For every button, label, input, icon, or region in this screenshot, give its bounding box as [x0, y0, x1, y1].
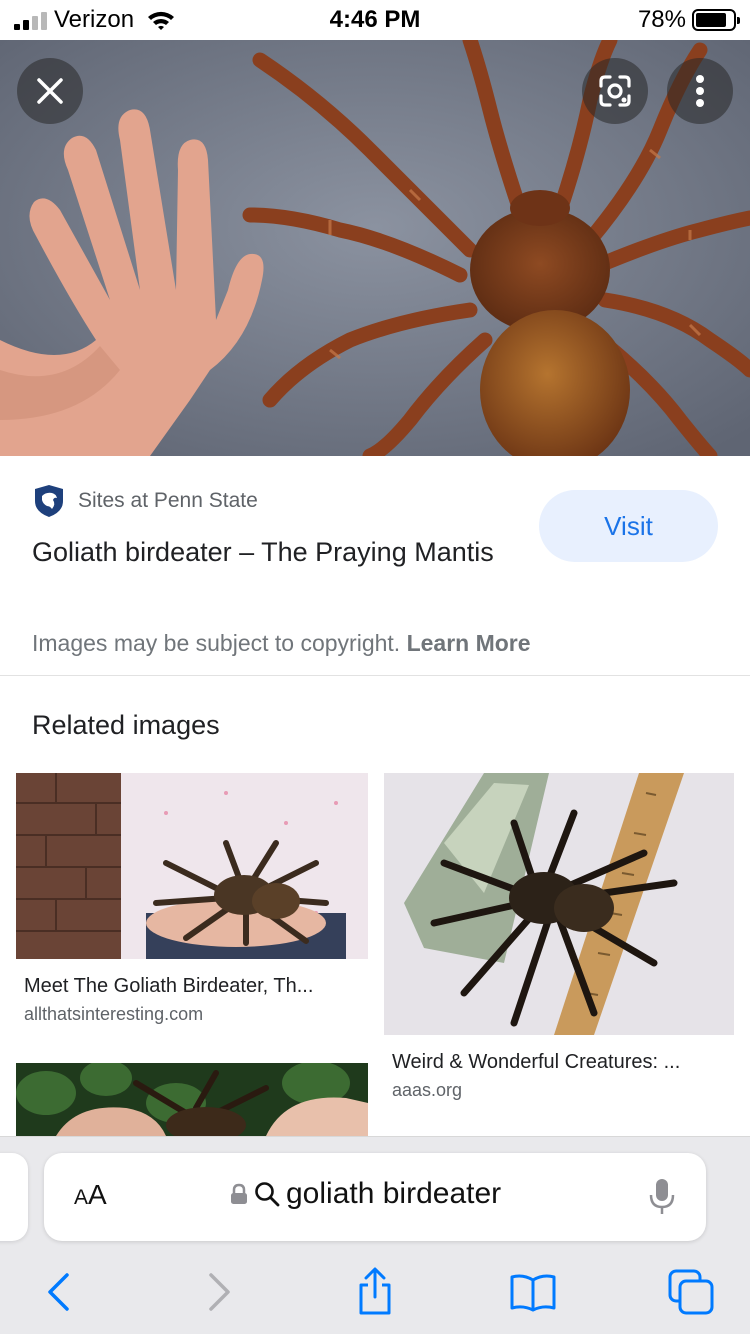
- more-options-button[interactable]: [667, 58, 733, 124]
- close-button[interactable]: [17, 58, 83, 124]
- forward-button[interactable]: [195, 1267, 245, 1317]
- book-icon: [510, 1274, 556, 1312]
- close-icon: [37, 78, 63, 104]
- lock-icon: [231, 1183, 247, 1204]
- search-icon: [255, 1182, 280, 1207]
- related-image-3[interactable]: [16, 1063, 368, 1136]
- tabs-icon: [668, 1269, 714, 1315]
- chevron-left-icon: [48, 1273, 69, 1311]
- copyright-text: Images may be subject to copyright.: [32, 630, 401, 656]
- image-result-info: Sites at Penn State Goliath birdeater – …: [0, 456, 750, 676]
- back-button[interactable]: [33, 1267, 83, 1317]
- address-text: goliath birdeater: [286, 1177, 502, 1210]
- learn-more-link[interactable]: Learn More: [407, 630, 531, 656]
- voice-search-button[interactable]: [648, 1177, 676, 1222]
- main-image[interactable]: [0, 40, 750, 456]
- google-lens-button[interactable]: [582, 58, 648, 124]
- related-images-heading: Related images: [32, 710, 220, 740]
- chevron-right-icon: [209, 1273, 230, 1311]
- aa-large-letter: A: [88, 1179, 107, 1210]
- related-caption-1[interactable]: Meet The Goliath Birdeater, Th...: [24, 975, 364, 998]
- related-caption-2[interactable]: Weird & Wonderful Creatures: ...: [392, 1051, 730, 1074]
- related-source-2: aaas.org: [392, 1080, 463, 1100]
- penn-state-shield-icon: [35, 485, 63, 517]
- battery-percent: 78%: [637, 6, 686, 33]
- more-vertical-icon: [696, 75, 704, 107]
- address-bar[interactable]: AA goliath birdeater: [44, 1153, 706, 1241]
- related-thumbnail: [16, 1063, 368, 1136]
- site-source[interactable]: Sites at Penn State: [34, 484, 258, 518]
- microphone-icon: [649, 1179, 675, 1214]
- page-settings-button[interactable]: AA: [74, 1179, 107, 1211]
- related-image-1[interactable]: [16, 773, 368, 959]
- navigation-toolbar: [0, 1255, 750, 1325]
- related-image-2[interactable]: [384, 773, 734, 1035]
- battery-icon: [692, 9, 740, 31]
- share-button[interactable]: [350, 1267, 400, 1317]
- related-thumbnail: [16, 773, 368, 959]
- tabs-button[interactable]: [666, 1267, 716, 1317]
- google-lens-icon: [599, 75, 631, 107]
- browser-toolbar: AA goliath birdeater: [0, 1136, 750, 1334]
- address-field[interactable]: goliath birdeater: [230, 1177, 501, 1211]
- copyright-notice: Images may be subject to copyright. Lear…: [32, 630, 531, 657]
- aa-small-letter: A: [74, 1186, 89, 1209]
- status-bar: Verizon 4:46 PM 78%: [0, 0, 750, 40]
- related-source-1: allthatsinteresting.com: [24, 1004, 204, 1024]
- related-thumbnail: [384, 773, 734, 1035]
- site-name: Sites at Penn State: [78, 489, 258, 512]
- result-title[interactable]: Goliath birdeater – The Praying Mantis: [32, 532, 502, 572]
- share-icon: [359, 1267, 391, 1315]
- bookmarks-button[interactable]: [508, 1267, 558, 1317]
- previous-tab-peek[interactable]: [0, 1153, 28, 1241]
- visit-button[interactable]: Visit: [539, 490, 718, 562]
